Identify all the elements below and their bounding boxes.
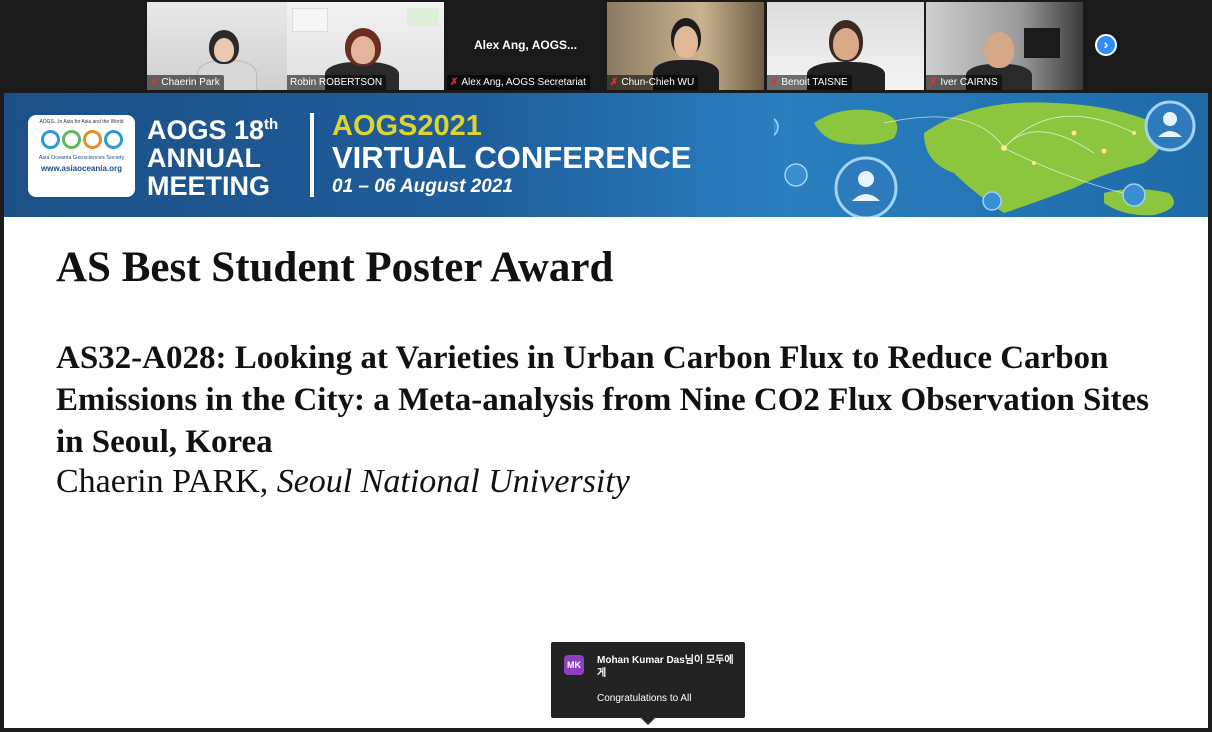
mic-muted-icon: ✗ [770, 77, 779, 88]
meeting-heading: AOGS 18th ANNUAL MEETING [147, 115, 279, 201]
user-avatar-icon [834, 156, 898, 217]
participant-name-tag: Robin ROBERTSON [287, 75, 387, 90]
shared-screen-slide: AOGS...In Asia for Asia and the World As… [4, 93, 1208, 728]
slide-title: AS Best Student Poster Award [56, 244, 614, 291]
chat-sender: Mohan Kumar Das님이 모두에게 [597, 655, 734, 679]
world-map-graphic [774, 100, 1196, 217]
person-face [674, 26, 698, 58]
participant-display-name: Alex Ang, AOGS... [473, 38, 578, 52]
author-line: Chaerin PARK, Seoul National University [56, 463, 630, 501]
user-avatar-icon [1144, 100, 1196, 152]
mic-muted-icon: ✗ [450, 77, 459, 88]
aogs-logo: AOGS...In Asia for Asia and the World As… [28, 115, 135, 197]
poster-thumbnail [292, 8, 328, 32]
mic-muted-icon: ✗ [929, 77, 938, 88]
mic-muted-icon: ✗ [150, 77, 159, 88]
person-face [351, 36, 375, 64]
author-affiliation: Seoul National University [276, 463, 630, 500]
participant-tile[interactable]: ✗ Benoit TAISNE [767, 2, 924, 90]
logo-tagline: AOGS...In Asia for Asia and the World [39, 119, 124, 125]
participant-name-tag: ✗ Chun-Chieh WU [607, 75, 699, 90]
banner-divider [310, 113, 314, 197]
chat-notification[interactable]: MK Mohan Kumar Das님이 모두에게 Congratulation… [551, 642, 745, 725]
participant-tile-active[interactable]: Robin ROBERTSON [287, 2, 444, 90]
avatar: MK [564, 655, 584, 675]
participant-name-tag: ✗ Iver CAIRNS [926, 75, 1002, 90]
participant-strip: ✗ Chaerin Park Robin ROBERTSON Alex Ang, … [0, 0, 1212, 92]
logo-rings-icon [32, 130, 131, 149]
logo-url: www.asiaoceania.org [40, 164, 123, 173]
author-name: Chaerin PARK, [56, 463, 269, 500]
background-window [1024, 28, 1060, 58]
poster-thumbnail [407, 8, 439, 26]
participant-tile[interactable]: Alex Ang, AOGS... ✗ Alex Ang, AOGS Secret… [447, 2, 604, 90]
participant-name-tag: ✗ Chaerin Park [147, 75, 224, 90]
person-face [833, 28, 859, 60]
person-head [984, 32, 1014, 68]
mic-muted-icon: ✗ [610, 77, 619, 88]
participant-name-tag: ✗ Benoit TAISNE [767, 75, 852, 90]
conference-heading: AOGS2021 VIRTUAL CONFERENCE 01 – 06 Augu… [332, 110, 692, 197]
chat-message: Congratulations to All [597, 693, 692, 704]
participant-tile[interactable]: ✗ Chun-Chieh WU [607, 2, 764, 90]
conference-banner: AOGS...In Asia for Asia and the World As… [4, 93, 1208, 217]
person-face [214, 38, 234, 62]
participant-tile[interactable]: ✗ Iver CAIRNS [926, 2, 1083, 90]
participant-name-tag: ✗ Alex Ang, AOGS Secretariat [447, 75, 590, 90]
chevron-right-icon[interactable]: › [1095, 34, 1117, 56]
participant-tile[interactable]: ✗ Chaerin Park [147, 2, 304, 90]
abstract-title: AS32-A028: Looking at Varieties in Urban… [56, 340, 1149, 460]
logo-society: Asia Oceania Geosciences Society [38, 155, 125, 161]
